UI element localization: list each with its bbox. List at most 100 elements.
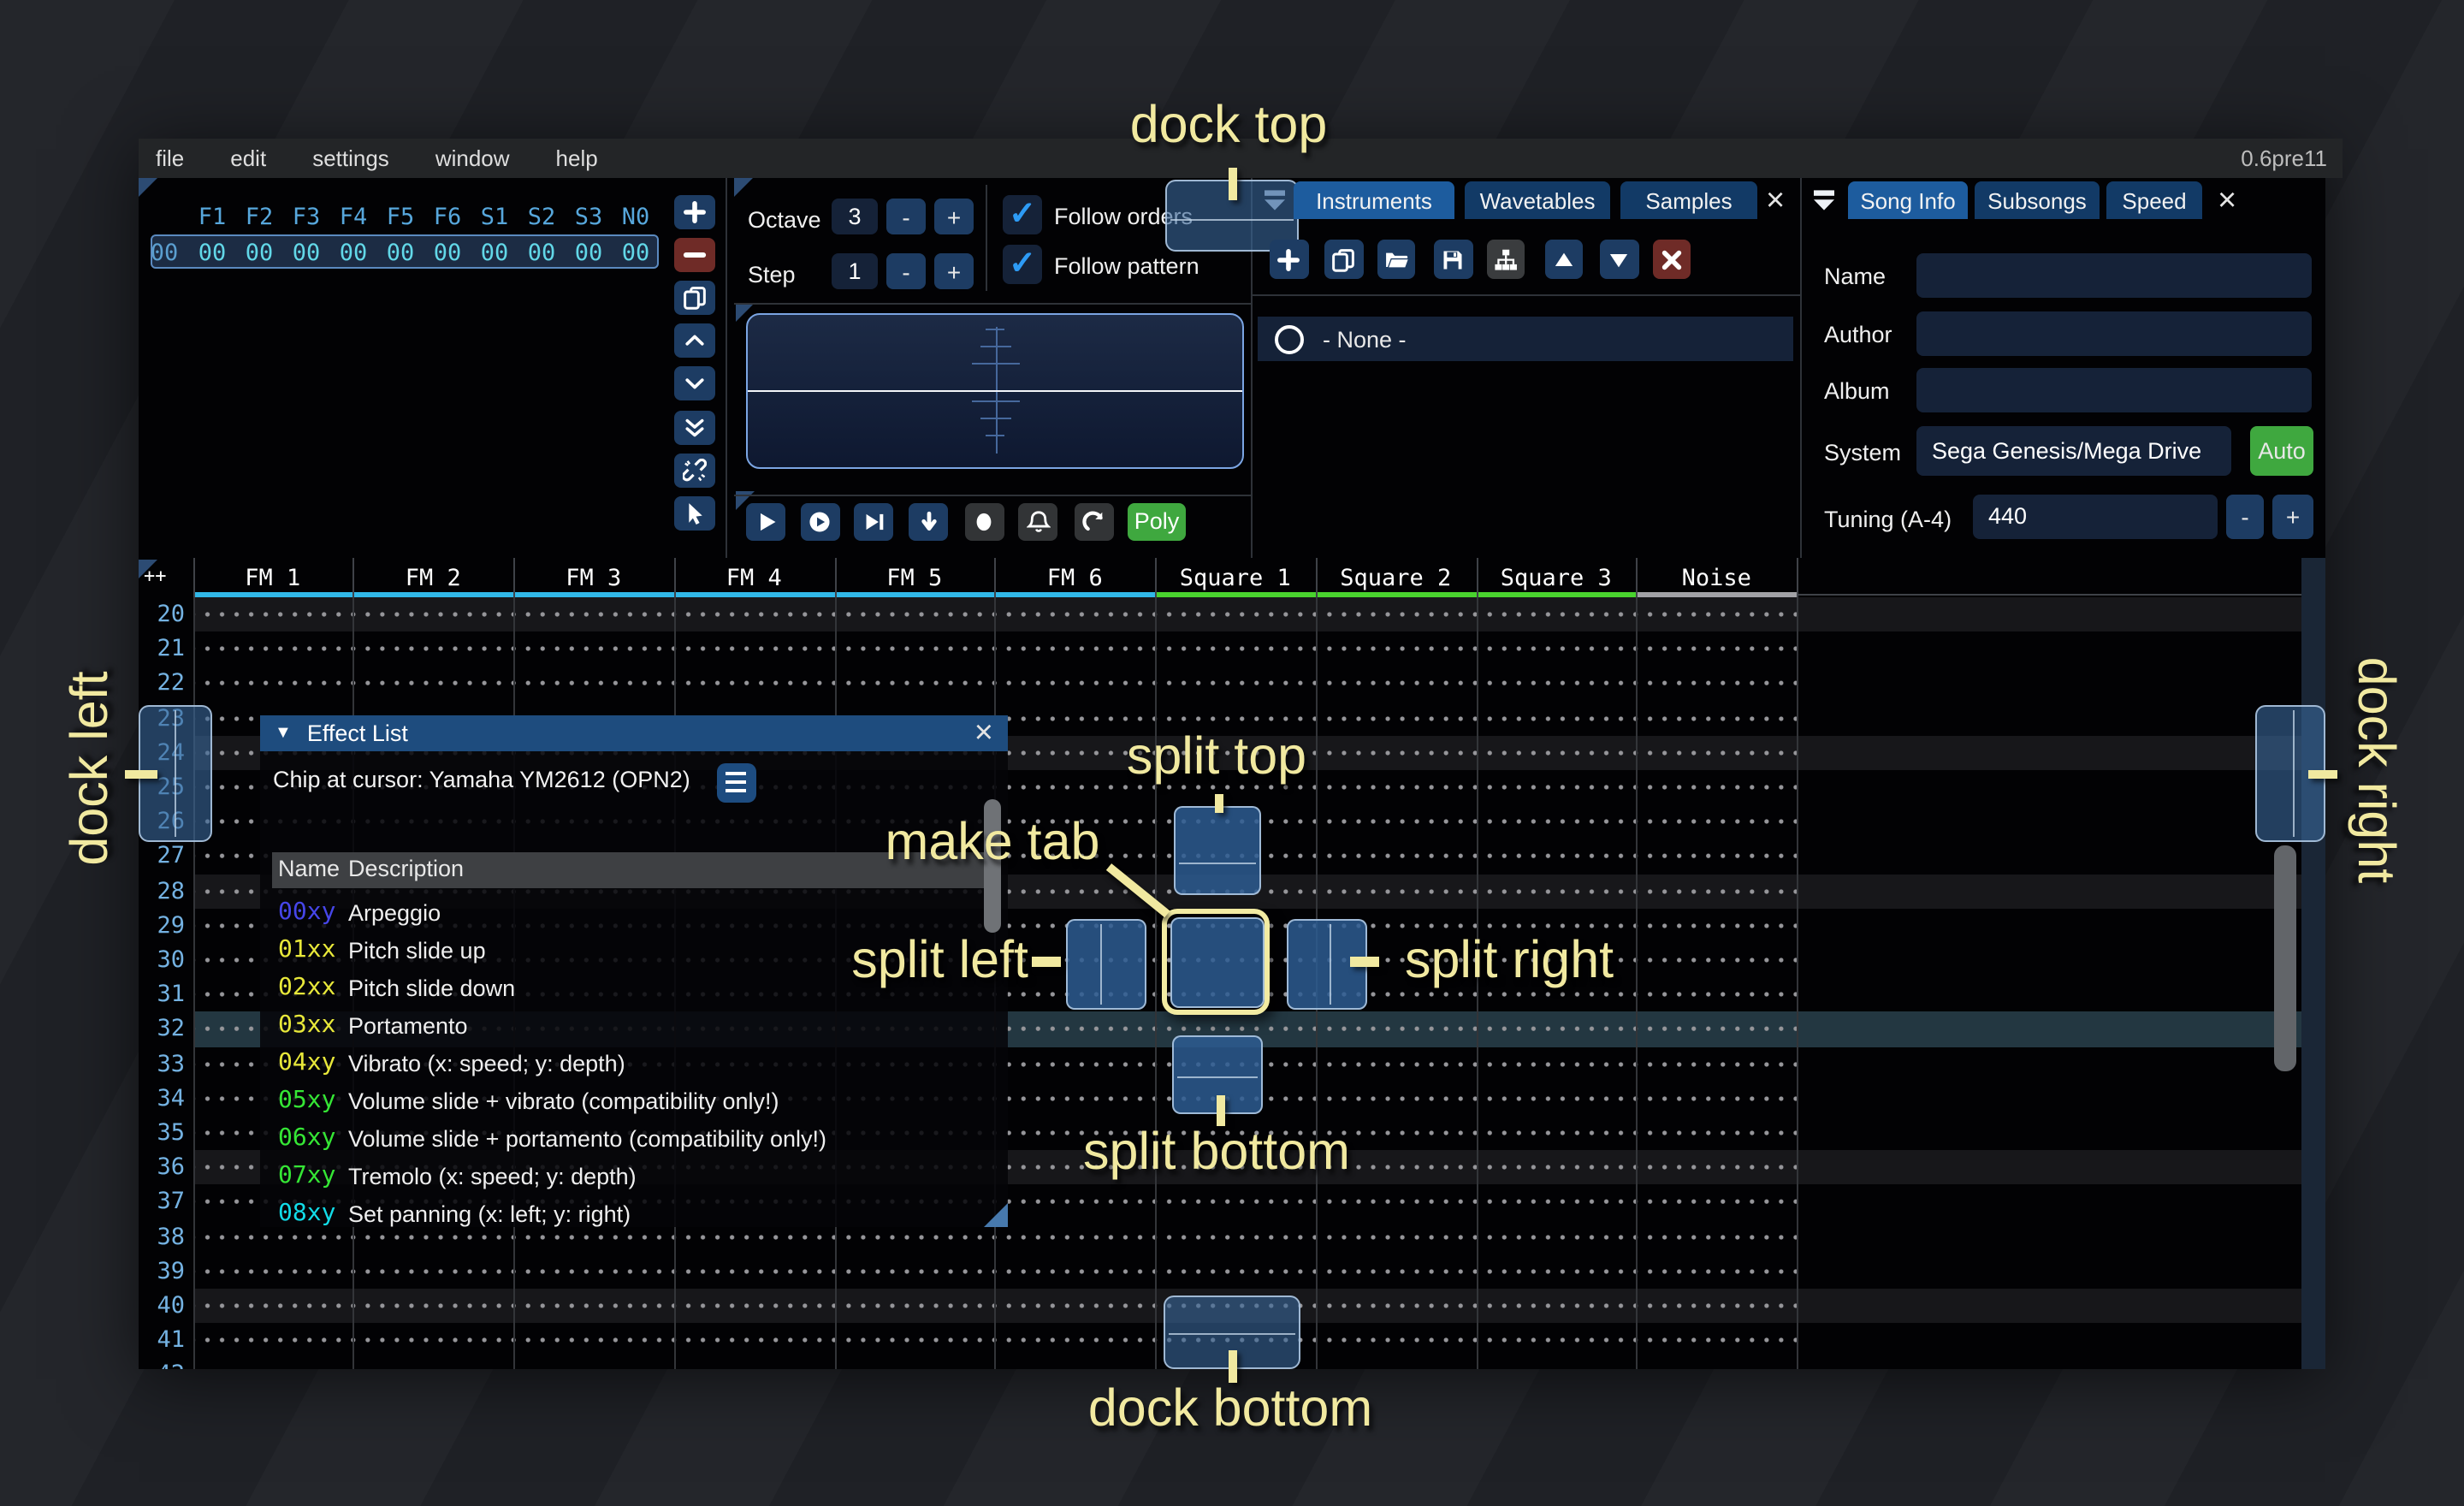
close-icon[interactable]: × (1766, 185, 1785, 217)
play-pattern-icon[interactable] (800, 503, 839, 540)
effect-row[interactable]: 05xyVolume slide + vibrato (compatibilit… (271, 1082, 986, 1120)
menu-settings[interactable]: settings (312, 145, 389, 171)
octave-value[interactable]: 3 (832, 199, 878, 234)
play-icon[interactable] (746, 503, 785, 540)
channel-header-fm-5[interactable]: FM 5 (834, 565, 995, 592)
row-number[interactable]: 32 (139, 1012, 185, 1046)
step-minus-button[interactable]: - (886, 253, 926, 289)
row-number[interactable]: 31 (139, 977, 185, 1011)
effect-row[interactable]: 06xyVolume slide + portamento (compatibi… (271, 1120, 986, 1158)
menu-hamburger-icon[interactable] (716, 762, 755, 802)
row-number[interactable]: 42 (139, 1358, 185, 1369)
tuning-plus-button[interactable]: + (2272, 495, 2313, 539)
chevron-down-icon[interactable] (674, 367, 714, 401)
chevrons-down-icon[interactable] (674, 410, 714, 444)
collapse-triangle-icon[interactable]: ▼ (275, 724, 292, 743)
tuning-minus-button[interactable]: - (2226, 495, 2264, 539)
channel-header-fm-1[interactable]: FM 1 (192, 565, 353, 592)
row-number[interactable]: 22 (139, 667, 185, 701)
chevron-up-icon[interactable] (674, 324, 714, 359)
menu-file[interactable]: file (156, 145, 184, 171)
arrow-down-icon[interactable] (909, 503, 948, 540)
effect-row[interactable]: 07xyTremolo (x: speed; y: depth) (271, 1158, 986, 1195)
tab-instruments[interactable]: Instruments (1294, 181, 1454, 219)
record-icon[interactable] (964, 503, 1004, 540)
play-to-cursor-icon[interactable] (854, 503, 893, 540)
step-plus-button[interactable]: + (934, 253, 974, 289)
effect-table-header[interactable]: Name Description (271, 851, 986, 887)
close-icon[interactable]: × (974, 717, 993, 750)
bell-icon[interactable] (1018, 503, 1057, 540)
down-icon[interactable] (1600, 240, 1638, 279)
row-number[interactable]: 41 (139, 1323, 185, 1357)
row-number[interactable]: 35 (139, 1116, 185, 1150)
orders-cell[interactable]: 00 (329, 239, 377, 266)
row-number[interactable]: 28 (139, 874, 185, 908)
close-icon[interactable]: × (2218, 185, 2236, 217)
auto-button[interactable]: Auto (2250, 426, 2313, 476)
add-icon[interactable] (674, 195, 714, 229)
channel-header-fm-4[interactable]: FM 4 (674, 565, 835, 592)
menu-edit[interactable]: edit (230, 145, 266, 171)
row-number[interactable]: 30 (139, 943, 185, 977)
row-number[interactable]: 29 (139, 909, 185, 943)
effect-row[interactable]: 03xxPortamento (271, 1007, 986, 1045)
effect-list-titlebar[interactable]: ▼ Effect List × (259, 715, 1007, 750)
menu-window[interactable]: window (435, 145, 510, 171)
pattern-expand-button[interactable]: ++ (144, 565, 167, 587)
orders-row-index[interactable]: 00 (142, 239, 187, 266)
system-value[interactable]: Sega Genesis/Mega Drive (1916, 426, 2231, 476)
duplicate-icon[interactable] (674, 281, 714, 315)
split-top-target[interactable] (1174, 806, 1261, 894)
orders-cell[interactable]: 00 (188, 239, 236, 266)
row-number[interactable]: 34 (139, 1082, 185, 1116)
row-number[interactable]: 38 (139, 1219, 185, 1254)
delete-icon[interactable] (1652, 240, 1691, 279)
orders-cell[interactable]: 00 (565, 239, 613, 266)
save-icon[interactable] (1434, 240, 1472, 279)
row-number[interactable]: 20 (139, 597, 185, 631)
row-number[interactable]: 21 (139, 631, 185, 666)
pattern-scrollbar-thumb[interactable] (2274, 845, 2296, 1071)
sitemap-icon[interactable] (1486, 240, 1525, 279)
channel-header-fm-3[interactable]: FM 3 (513, 565, 674, 592)
row-number[interactable]: 39 (139, 1254, 185, 1289)
row-number[interactable]: 36 (139, 1150, 185, 1184)
instrument-list-item[interactable]: - None - (1258, 317, 1793, 361)
split-left-target[interactable] (1066, 918, 1146, 1010)
tab-samples[interactable]: Samples (1620, 181, 1757, 219)
row-number[interactable]: 27 (139, 839, 185, 874)
channel-header-fm-2[interactable]: FM 2 (353, 565, 514, 592)
tab-speed[interactable]: Speed (2106, 181, 2202, 219)
name-field[interactable] (1916, 253, 2312, 298)
channel-header-square-1[interactable]: Square 1 (1155, 565, 1316, 592)
album-field[interactable] (1916, 368, 2312, 412)
orders-cell[interactable]: 00 (612, 239, 660, 266)
open-icon[interactable] (1377, 240, 1415, 279)
author-field[interactable] (1916, 311, 2312, 355)
row-number[interactable]: 33 (139, 1046, 185, 1081)
up-icon[interactable] (1544, 240, 1583, 279)
menu-help[interactable]: help (556, 145, 598, 171)
resize-grip[interactable] (983, 1202, 1007, 1226)
step-value[interactable]: 1 (832, 253, 878, 289)
remove-icon[interactable] (674, 238, 714, 272)
tab-song-info[interactable]: Song Info (1848, 181, 1968, 219)
effect-row[interactable]: 08xySet panning (x: left; y: right) (271, 1195, 986, 1226)
tuning-value[interactable]: 440 (1973, 495, 2218, 539)
filter-funnel-icon[interactable] (1810, 187, 1838, 214)
unlink-icon[interactable] (674, 453, 714, 487)
pattern-scrollbar-track[interactable] (2301, 558, 2325, 1369)
effect-row[interactable]: 04xyVibrato (x: speed; y: depth) (271, 1045, 986, 1082)
add-icon[interactable] (1270, 240, 1308, 279)
duplicate-icon[interactable] (1324, 240, 1363, 279)
channel-header-square-2[interactable]: Square 2 (1316, 565, 1477, 592)
make-tab-target[interactable] (1170, 917, 1264, 1007)
orders-cell[interactable]: 00 (376, 239, 424, 266)
tab-wavetables[interactable]: Wavetables (1465, 181, 1610, 219)
follow-orders-checkbox[interactable]: ✓ (1003, 195, 1042, 234)
row-number[interactable]: 37 (139, 1185, 185, 1219)
channel-header-square-3[interactable]: Square 3 (1476, 565, 1637, 592)
pointer-icon[interactable] (674, 495, 714, 530)
orders-cell[interactable]: 00 (235, 239, 283, 266)
